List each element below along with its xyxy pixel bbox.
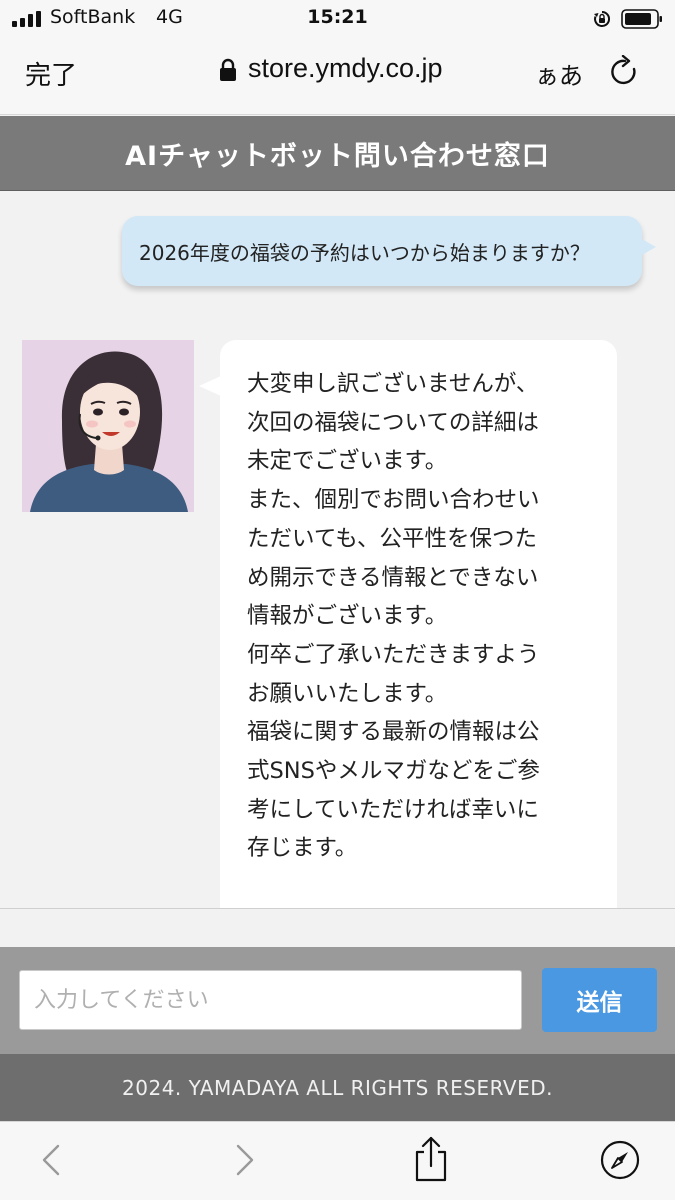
page-header: AIチャットボット問い合わせ窓口: [0, 116, 675, 191]
bot-message-line: 情報がございます。: [247, 603, 448, 630]
bot-message-line: 次回の福袋についての詳細は: [247, 409, 539, 436]
bot-message-line: ただいても、公平性を保つた: [247, 525, 538, 552]
browser-address-bar: 完了 store.ymdy.co.jp ぁあ: [0, 38, 675, 115]
back-icon[interactable]: [32, 1140, 72, 1180]
bot-message-bubble: 大変申し訳ございませんが、 次回の福袋についての詳細は 未定でございます。 また…: [199, 340, 617, 908]
message-input[interactable]: [19, 970, 522, 1030]
url-text[interactable]: store.ymdy.co.jp: [248, 53, 443, 84]
bot-message-line: 何卒ご了承いただきますよう: [247, 641, 540, 668]
send-button[interactable]: 送信: [542, 968, 657, 1032]
copyright-text: 2024. YAMADAYA ALL RIGHTS RESERVED.: [122, 1075, 553, 1100]
status-bar: SoftBank 4G 15:21: [0, 0, 675, 38]
bot-message-line: 考にしていただければ幸いに: [247, 796, 539, 823]
forward-icon[interactable]: [224, 1140, 264, 1180]
bot-message-line: また、個別でお問い合わせい: [247, 487, 540, 514]
text-size-button[interactable]: ぁあ: [535, 56, 583, 91]
page-title: AIチャットボット問い合わせ窓口: [125, 140, 550, 172]
lock-icon: [220, 58, 236, 81]
bot-message-line: 式SNSやメルマガなどをご参: [247, 758, 540, 785]
done-button[interactable]: 完了: [25, 55, 77, 92]
bot-message-line: め開示できる情報とできない: [247, 564, 539, 591]
chat-area[interactable]: 2026年度の福袋の予約はいつから始まりますか？ 大変申し訳ございませんが、 次…: [0, 191, 675, 908]
user-message-bubble: 2026年度の福袋の予約はいつから始まりますか？: [122, 216, 656, 286]
chat-bottom-strip: [0, 909, 675, 947]
compass-icon[interactable]: [600, 1140, 640, 1180]
battery-icon: [621, 9, 662, 29]
bot-message-line: 大変申し訳ございませんが、: [247, 371, 539, 397]
operator-avatar: [22, 340, 194, 512]
reload-icon[interactable]: [608, 55, 642, 89]
message-input-bar: 送信: [0, 947, 675, 1054]
status-time: 15:21: [307, 6, 368, 28]
share-icon[interactable]: [411, 1136, 451, 1182]
page-footer: 2024. YAMADAYA ALL RIGHTS RESERVED.: [0, 1054, 675, 1121]
bot-message-line: お願いいたします。: [247, 680, 448, 707]
orientation-lock-icon: [594, 10, 611, 27]
bot-message-line: 福袋に関する最新の情報は公: [247, 719, 540, 746]
browser-toolbar: [0, 1121, 675, 1200]
bot-message-line: 未定でございます。: [247, 448, 448, 475]
bot-message-line: 存じます。: [247, 835, 358, 862]
